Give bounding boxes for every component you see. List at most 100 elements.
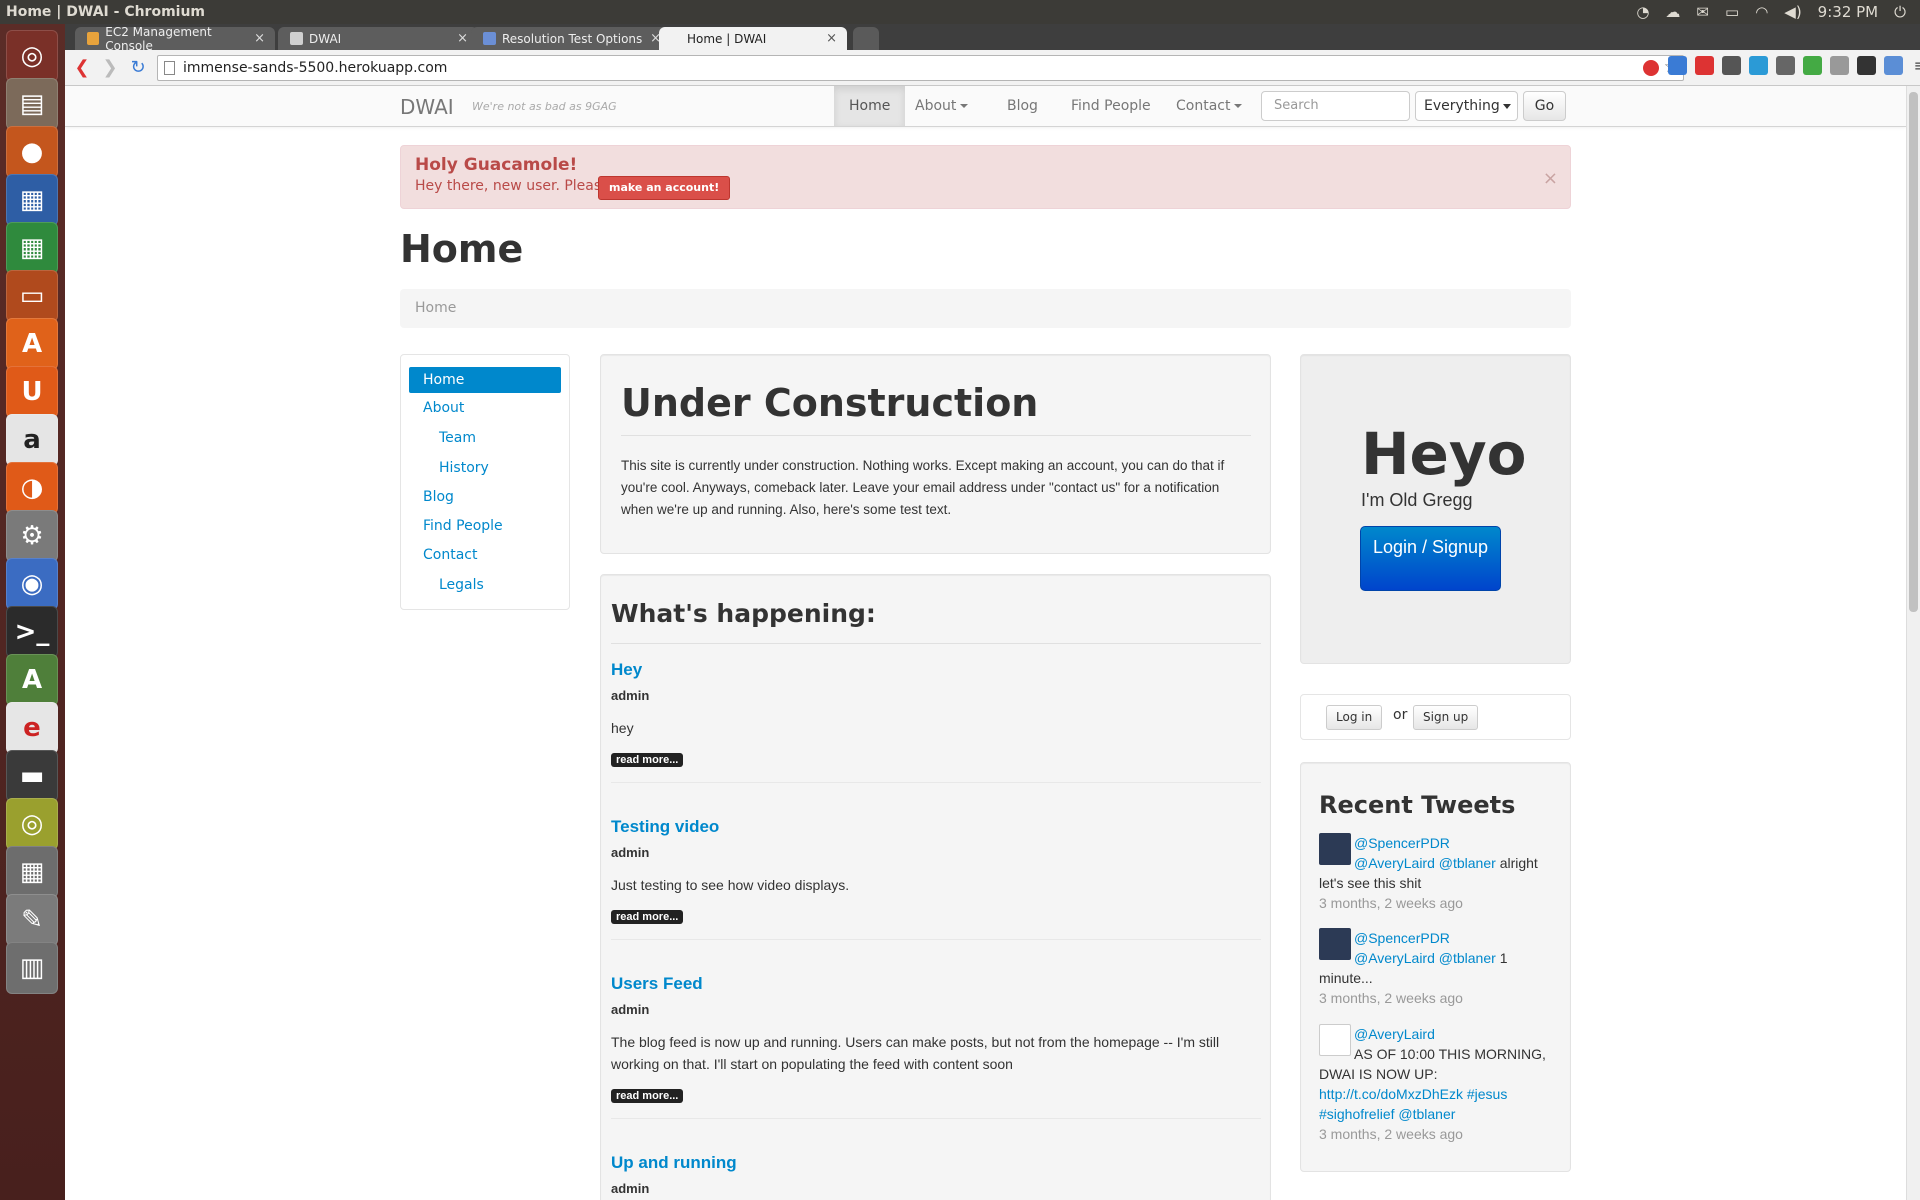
read-more-button[interactable]: read more... — [611, 753, 684, 767]
extension-icon[interactable] — [1722, 56, 1741, 75]
avatar[interactable] — [1319, 1024, 1351, 1056]
sidebar-item-home[interactable]: Home — [409, 367, 561, 393]
adblock-icon[interactable] — [1643, 60, 1659, 76]
emacs-icon[interactable]: e — [6, 702, 58, 754]
post-title[interactable]: Users Feed — [611, 974, 1261, 994]
menu-icon[interactable]: ≡ — [1911, 56, 1920, 75]
close-icon[interactable]: × — [1543, 168, 1558, 189]
close-tab-icon[interactable]: × — [457, 31, 468, 46]
browser-tab[interactable]: DWAI × — [278, 27, 478, 50]
tab-label: Resolution Test Options — [502, 31, 643, 46]
reload-icon[interactable]: ↻ — [125, 57, 151, 78]
address-bar[interactable]: immense-sands-5500.herokuapp.com ☆ — [157, 55, 1684, 81]
extension-icon[interactable] — [1668, 56, 1687, 75]
trash-icon[interactable]: ▥ — [6, 942, 58, 994]
volume-icon[interactable]: ◀) — [1784, 3, 1801, 21]
sidebar-item-history[interactable]: History — [409, 454, 561, 482]
nav-blog[interactable]: Blog — [992, 86, 1053, 126]
nav-find-people[interactable]: Find People — [1056, 86, 1166, 126]
extension-icon[interactable] — [1803, 56, 1822, 75]
network-icon[interactable]: ◠ — [1755, 3, 1768, 21]
tab-label: DWAI — [309, 31, 342, 46]
ubuntu-one-music-icon[interactable]: ◑ — [6, 462, 58, 514]
sign-up-button[interactable]: Sign up — [1413, 705, 1479, 730]
calc-icon[interactable]: ▦ — [6, 222, 58, 274]
extensions-area: ≡ — [1668, 56, 1920, 75]
extension-icon[interactable] — [1776, 56, 1795, 75]
page-scrollbar[interactable] — [1906, 86, 1920, 1200]
browser-tab-active[interactable]: Home | DWAI × — [659, 27, 847, 50]
post-title[interactable]: Up and running — [611, 1153, 1261, 1173]
sidebar-item-blog[interactable]: Blog — [409, 484, 561, 511]
amazon-icon[interactable]: a — [6, 414, 58, 466]
close-tab-icon[interactable]: × — [254, 31, 265, 46]
ubuntu-launcher: ◎ ▤ ● ▦ ▦ ▭ A U a ◑ ⚙ ◉ >_ A e ▬ ◎ ▦ ✎ ▥ — [0, 24, 65, 1200]
battery-icon[interactable]: ▭ — [1725, 3, 1739, 21]
system-settings-icon[interactable]: ⚙ — [6, 510, 58, 562]
post-title[interactable]: Hey — [611, 660, 1261, 680]
extension-icon[interactable] — [1830, 56, 1849, 75]
forward-icon[interactable]: ❯ — [97, 57, 123, 78]
text-editor-icon[interactable]: ✎ — [6, 894, 58, 946]
extension-icon[interactable] — [1695, 56, 1714, 75]
chromium-icon[interactable]: ◉ — [6, 558, 58, 610]
calculator-icon[interactable]: ▦ — [6, 846, 58, 898]
impress-icon[interactable]: ▭ — [6, 270, 58, 322]
feed-post: Up and running admin — [611, 1153, 1261, 1196]
scrollbar-thumb[interactable] — [1909, 92, 1918, 612]
make-account-button[interactable]: make an account! — [598, 176, 731, 200]
mail-icon[interactable]: ✉ — [1696, 3, 1709, 21]
archive-icon[interactable]: ▬ — [6, 750, 58, 802]
go-button[interactable]: Go — [1523, 91, 1566, 121]
read-more-button[interactable]: read more... — [611, 910, 684, 924]
wifi-status-icon[interactable]: ◔ — [1636, 3, 1649, 21]
tweet-user-link[interactable]: @SpencerPDR — [1354, 835, 1450, 851]
clock[interactable]: 9:32 PM — [1818, 3, 1878, 21]
software-center-icon[interactable]: A — [6, 318, 58, 370]
avatar[interactable] — [1319, 833, 1351, 865]
cloud-icon[interactable]: ☁ — [1665, 3, 1680, 21]
file-manager-icon[interactable]: ▤ — [6, 78, 58, 130]
site-brand[interactable]: DWAI — [400, 95, 454, 119]
search-input[interactable]: Search — [1261, 91, 1410, 121]
log-in-button[interactable]: Log in — [1326, 705, 1383, 730]
ubuntu-one-icon[interactable]: U — [6, 366, 58, 418]
read-more-button[interactable]: read more... — [611, 1089, 684, 1103]
terminal-icon[interactable]: >_ — [6, 606, 58, 658]
extension-icon[interactable] — [1749, 56, 1768, 75]
browser-tab[interactable]: EC2 Management Console × — [75, 25, 275, 53]
tweet-mentions-link[interactable]: @AveryLaird @tblaner — [1354, 855, 1496, 871]
back-icon[interactable]: ❮ — [69, 57, 95, 78]
nav-contact[interactable]: Contact — [1161, 86, 1257, 126]
sidebar-item-contact[interactable]: Contact — [409, 542, 561, 569]
under-construction-panel: Under Construction This site is currentl… — [600, 354, 1271, 554]
speaker-icon[interactable]: ◎ — [6, 798, 58, 850]
avatar[interactable] — [1319, 928, 1351, 960]
url-text[interactable]: immense-sands-5500.herokuapp.com — [183, 60, 447, 76]
power-icon[interactable]: ⏻ — [1894, 3, 1906, 21]
writer-icon[interactable]: ▦ — [6, 174, 58, 226]
tweet-mentions-link[interactable]: @AveryLaird @tblaner — [1354, 950, 1496, 966]
extension-icon[interactable] — [1884, 56, 1903, 75]
sidebar-item-legals[interactable]: Legals — [409, 571, 561, 599]
update-manager-icon[interactable]: A — [6, 654, 58, 706]
nav-home[interactable]: Home — [834, 86, 906, 126]
login-signup-button[interactable]: Login / Signup — [1360, 526, 1501, 591]
dash-home-icon[interactable]: ◎ — [6, 30, 58, 82]
sidebar-item-about[interactable]: About — [409, 395, 561, 422]
new-tab-button[interactable] — [853, 27, 879, 50]
firefox-icon[interactable]: ● — [6, 126, 58, 178]
nav-about[interactable]: About — [900, 86, 983, 126]
close-tab-icon[interactable]: × — [826, 31, 837, 46]
browser-tab[interactable]: Resolution Test Options × — [471, 27, 671, 50]
tweet-user-link[interactable]: @AveryLaird — [1354, 1026, 1435, 1042]
tweet-url-link[interactable]: http://t.co/doMxzDhEzk — [1319, 1086, 1463, 1102]
tweet-user-link[interactable]: @SpencerPDR — [1354, 930, 1450, 946]
post-title[interactable]: Testing video — [611, 817, 1261, 837]
search-scope-select[interactable]: Everything — [1415, 91, 1518, 121]
site-navbar: DWAI We're not as bad as 9GAG Home About… — [65, 86, 1906, 127]
tweet-mention-link[interactable]: @tblaner — [1398, 1106, 1455, 1122]
extension-icon[interactable] — [1857, 56, 1876, 75]
sidebar-item-find-people[interactable]: Find People — [409, 513, 561, 540]
sidebar-item-team[interactable]: Team — [409, 424, 561, 452]
